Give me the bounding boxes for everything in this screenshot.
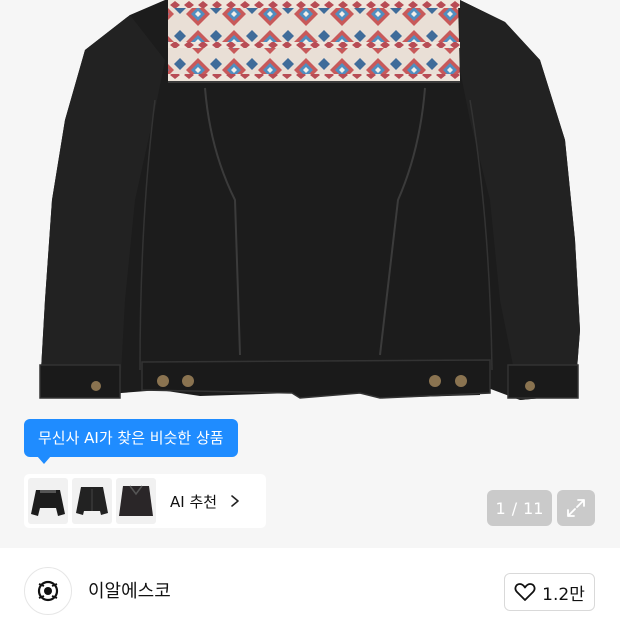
ai-thumbnail-3[interactable] bbox=[116, 478, 156, 524]
pager-current: 1 bbox=[495, 498, 506, 518]
ai-recommend-tooltip: 무신사 AI가 찾은 비슷한 상품 bbox=[24, 419, 238, 457]
ai-thumbnail-1[interactable] bbox=[28, 478, 68, 524]
expand-icon bbox=[567, 499, 585, 517]
pager-separator: / bbox=[511, 498, 518, 518]
product-image-gallery[interactable]: 무신사 AI가 찾은 비슷한 상품 AI 추천 1 / 11 bbox=[0, 0, 620, 548]
like-count: 1.2만 bbox=[542, 584, 585, 605]
brand-logo[interactable] bbox=[24, 567, 72, 615]
expand-button[interactable] bbox=[557, 490, 595, 526]
chevron-right-icon bbox=[231, 495, 239, 507]
pager-total: 11 bbox=[523, 498, 544, 518]
ai-recommend-button[interactable]: AI 추천 bbox=[24, 474, 266, 528]
ai-thumbnail-2[interactable] bbox=[72, 478, 112, 524]
image-pager: 1 / 11 bbox=[487, 490, 552, 526]
brand-logo-icon bbox=[37, 580, 59, 602]
ai-recommend-label: AI 추천 bbox=[170, 492, 218, 511]
like-button[interactable]: 1.2만 bbox=[504, 573, 595, 611]
product-image bbox=[39, 0, 580, 400]
heart-icon bbox=[514, 583, 536, 601]
tooltip-arrow bbox=[37, 456, 51, 464]
brand-name[interactable]: 이알에스코 bbox=[88, 577, 171, 603]
